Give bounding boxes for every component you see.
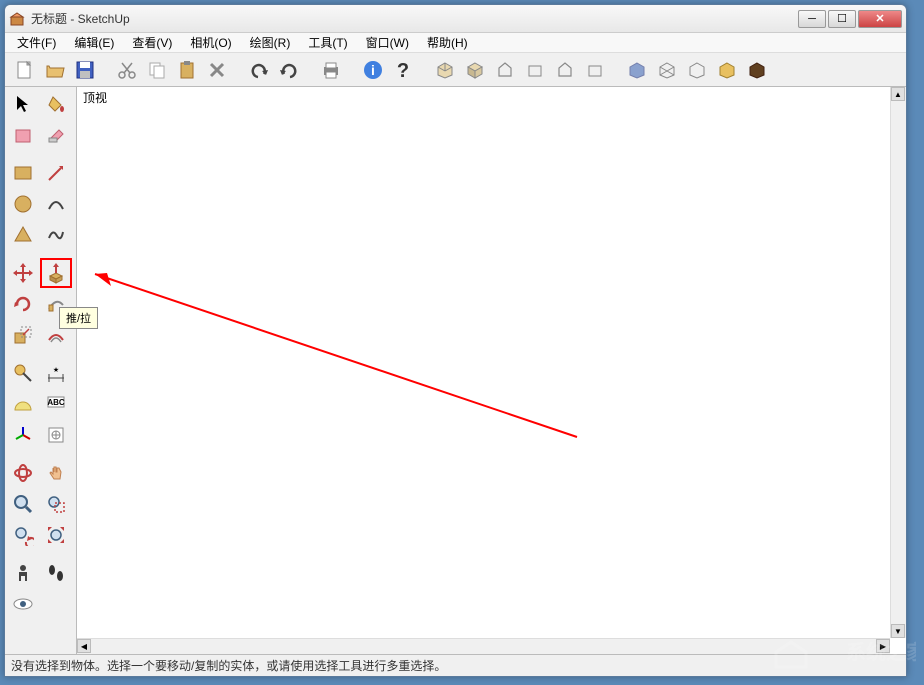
orbit-tool[interactable] — [7, 458, 39, 488]
tooltip-push-pull: 推/拉 — [59, 307, 98, 329]
scroll-left-icon[interactable]: ◀ — [77, 639, 91, 653]
svg-text:系统之家: 系统之家 — [846, 640, 916, 664]
position-camera-tool[interactable] — [7, 558, 39, 588]
save-button[interactable] — [71, 56, 99, 84]
menu-tools[interactable]: 工具(T) — [300, 32, 355, 53]
svg-text:i: i — [371, 62, 375, 78]
window-controls: ─ ☐ ✕ — [798, 10, 902, 28]
info-button[interactable]: i — [359, 56, 387, 84]
toolbar-separator — [235, 57, 241, 83]
view-right-button[interactable] — [521, 56, 549, 84]
zoom-extents-tool[interactable] — [40, 520, 72, 550]
svg-text:?: ? — [397, 60, 409, 81]
menu-edit[interactable]: 编辑(E) — [66, 32, 122, 53]
move-tool[interactable] — [7, 258, 39, 288]
main-toolbar: i ? — [5, 53, 906, 87]
svg-text:ABC: ABC — [47, 398, 65, 407]
help-button[interactable]: ? — [389, 56, 417, 84]
style-shaded-button[interactable] — [713, 56, 741, 84]
scrollbar-vertical[interactable]: ▲ ▼ — [890, 87, 906, 638]
section-plane-tool[interactable] — [40, 420, 72, 450]
menu-camera[interactable]: 相机(O) — [182, 32, 239, 53]
text-tool[interactable]: ABC — [40, 389, 72, 419]
scale-tool[interactable] — [7, 320, 39, 350]
paste-button[interactable] — [173, 56, 201, 84]
titlebar[interactable]: 无标题 - SketchUp ─ ☐ ✕ — [5, 5, 906, 33]
view-back-button[interactable] — [551, 56, 579, 84]
menu-window[interactable]: 窗口(W) — [358, 32, 417, 53]
view-left-button[interactable] — [581, 56, 609, 84]
style-textured-button[interactable] — [743, 56, 771, 84]
new-button[interactable] — [11, 56, 39, 84]
cut-button[interactable] — [113, 56, 141, 84]
polygon-tool[interactable] — [7, 220, 39, 250]
watermark-logo: 系统之家 — [756, 617, 916, 677]
pan-tool[interactable] — [40, 458, 72, 488]
menu-draw[interactable]: 绘图(R) — [242, 32, 299, 53]
eraser-tool[interactable] — [40, 120, 72, 150]
freehand-tool[interactable] — [40, 220, 72, 250]
view-label: 顶视 — [83, 89, 107, 106]
app-icon — [9, 11, 25, 27]
style-hidden-button[interactable] — [683, 56, 711, 84]
toolbar-separator — [307, 57, 313, 83]
push-pull-tool[interactable] — [40, 258, 72, 288]
toolbar-separator — [103, 57, 109, 83]
rotate-tool[interactable] — [7, 289, 39, 319]
zoom-window-tool[interactable] — [40, 489, 72, 519]
drawing-canvas[interactable]: 顶视 推/拉 ▲ ▼ ◀ ▶ — [77, 87, 906, 654]
toolbar-separator — [349, 57, 355, 83]
open-button[interactable] — [41, 56, 69, 84]
select-tool[interactable] — [7, 89, 39, 119]
paint-bucket-tool[interactable] — [40, 89, 72, 119]
scroll-up-icon[interactable]: ▲ — [891, 87, 905, 101]
dimension-tool[interactable]: ★ — [40, 358, 72, 388]
line-tool[interactable] — [40, 158, 72, 188]
rectangle-tool[interactable] — [7, 158, 39, 188]
component-tool[interactable] — [7, 120, 39, 150]
redo-button[interactable] — [275, 56, 303, 84]
window-title: 无标题 - SketchUp — [31, 10, 798, 27]
application-window: 无标题 - SketchUp ─ ☐ ✕ 文件(F) 编辑(E) 查看(V) 相… — [4, 4, 907, 677]
style-wireframe-button[interactable] — [653, 56, 681, 84]
walk-tool[interactable] — [40, 558, 72, 588]
menubar: 文件(F) 编辑(E) 查看(V) 相机(O) 绘图(R) 工具(T) 窗口(W… — [5, 33, 906, 53]
delete-button[interactable] — [203, 56, 231, 84]
style-xray-button[interactable] — [623, 56, 651, 84]
svg-text:★: ★ — [53, 366, 59, 374]
undo-button[interactable] — [245, 56, 273, 84]
main-area: ★ ABC — [5, 87, 906, 654]
close-button[interactable]: ✕ — [858, 10, 902, 28]
tape-measure-tool[interactable] — [7, 358, 39, 388]
protractor-tool[interactable] — [7, 389, 39, 419]
zoom-tool[interactable] — [7, 489, 39, 519]
menu-file[interactable]: 文件(F) — [9, 32, 64, 53]
arc-tool[interactable] — [40, 189, 72, 219]
toolbar-separator — [421, 57, 427, 83]
copy-button[interactable] — [143, 56, 171, 84]
left-toolbar: ★ ABC — [5, 87, 77, 654]
zoom-previous-tool[interactable] — [7, 520, 39, 550]
circle-tool[interactable] — [7, 189, 39, 219]
annotation-arrow — [77, 87, 906, 654]
axes-tool[interactable] — [7, 420, 39, 450]
minimize-button[interactable]: ─ — [798, 10, 826, 28]
view-front-button[interactable] — [491, 56, 519, 84]
view-iso-button[interactable] — [431, 56, 459, 84]
maximize-button[interactable]: ☐ — [828, 10, 856, 28]
look-around-tool[interactable] — [7, 589, 39, 619]
menu-help[interactable]: 帮助(H) — [419, 32, 476, 53]
status-text: 没有选择到物体。选择一个要移动/复制的实体，或请使用选择工具进行多重选择。 — [11, 657, 446, 674]
print-button[interactable] — [317, 56, 345, 84]
view-top-button[interactable] — [461, 56, 489, 84]
toolbar-separator — [613, 57, 619, 83]
menu-view[interactable]: 查看(V) — [124, 32, 180, 53]
